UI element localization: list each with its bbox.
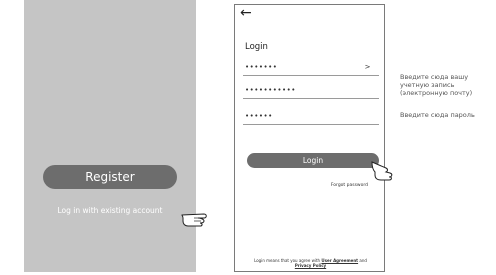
chevron-right-icon[interactable]: >	[365, 63, 371, 71]
account-input-value: •••••••••••	[245, 86, 296, 94]
user-agreement-link[interactable]: User Agreement	[321, 258, 358, 263]
forgot-password-link[interactable]: Forgot password	[331, 183, 368, 188]
agreement-text: Login means that you agree with User Agr…	[235, 258, 386, 268]
account-note: Введите сюда вашу учетную запись (электр…	[400, 73, 472, 97]
account-note-line-3: (электронную почту)	[400, 89, 473, 97]
login-button[interactable]: Login	[247, 153, 379, 168]
page-title: Login	[245, 42, 268, 52]
privacy-policy-link[interactable]: Privacy Policy	[295, 263, 326, 268]
account-value: •••••••	[245, 63, 278, 71]
account-field[interactable]: ••••••• >	[243, 63, 379, 76]
existing-account-link[interactable]: Log in with existing account	[24, 206, 196, 215]
agreement-and: and	[359, 258, 367, 263]
account-input[interactable]: •••••••••••	[243, 86, 379, 99]
pointing-hand-icon	[371, 161, 393, 181]
pointing-hand-icon	[181, 213, 207, 227]
register-screen: Register Log in with existing account	[24, 0, 196, 272]
password-input[interactable]: ••••••	[243, 112, 379, 125]
account-note-line-2: учетную запись	[400, 81, 455, 89]
password-note: Введите сюда пароль	[400, 111, 475, 119]
password-value: ••••••	[245, 112, 273, 120]
login-screen: ← Login ••••••• > ••••••••••• •••••• Log…	[234, 4, 385, 272]
register-button[interactable]: Register	[43, 165, 177, 189]
account-note-line-1: Введите сюда вашу	[400, 73, 469, 81]
arrow-left-icon[interactable]: ←	[240, 5, 252, 21]
